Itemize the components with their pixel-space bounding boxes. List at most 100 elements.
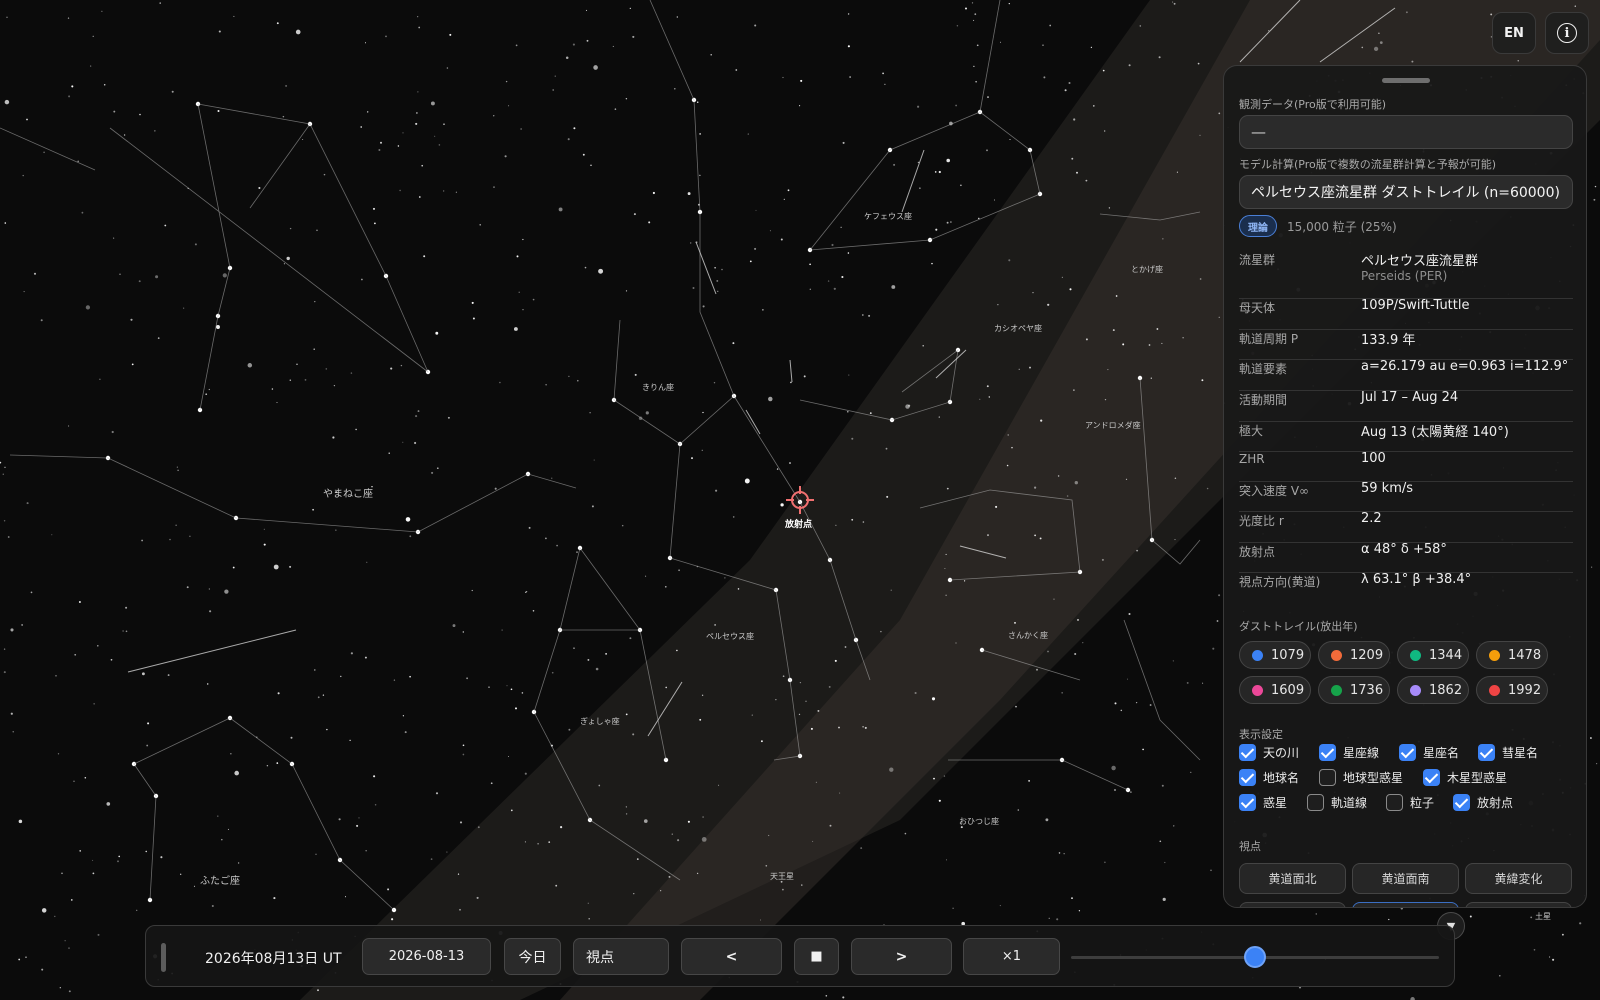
- dust-trail-chip[interactable]: 1992: [1476, 676, 1548, 704]
- view-button-row-2[interactable]: [1465, 902, 1572, 907]
- star: [402, 715, 405, 717]
- star: [316, 229, 318, 232]
- star: [956, 25, 959, 27]
- star: [1388, 918, 1390, 921]
- dust-trail-chip[interactable]: 1609: [1239, 676, 1311, 704]
- star: [904, 832, 907, 835]
- constellation-label-cepheus: ケフェウス座: [864, 212, 912, 221]
- viewpoint-select[interactable]: 視点: [573, 938, 669, 975]
- property-key: 流星群: [1239, 253, 1276, 267]
- star: [1069, 288, 1072, 291]
- star: [73, 780, 75, 782]
- star: [1073, 118, 1076, 121]
- display-toggle[interactable]: 木星型惑星: [1423, 769, 1507, 786]
- view-ecliptic-north-button[interactable]: 黄道面北: [1239, 863, 1346, 894]
- dust-trail-year: 1079: [1271, 647, 1305, 663]
- star: [1018, 368, 1020, 370]
- constellation-label-camelopardalis: きりん座: [642, 383, 674, 392]
- display-toggle[interactable]: 放射点: [1453, 794, 1513, 811]
- star: [266, 764, 269, 767]
- checkbox-checked-icon[interactable]: [1423, 769, 1440, 786]
- checkbox-checked-icon[interactable]: [1239, 769, 1256, 786]
- star: [880, 630, 882, 633]
- star: [41, 908, 47, 913]
- view-latitude-change-button[interactable]: 黄緯変化: [1465, 863, 1572, 894]
- dust-trail-chip[interactable]: 1736: [1318, 676, 1390, 704]
- time-slider-thumb[interactable]: [1244, 946, 1266, 968]
- model-select[interactable]: ペルセウス座流星群 ダストトレイル (n=60000): [1239, 175, 1573, 209]
- checkbox-unchecked-icon[interactable]: [1386, 794, 1403, 811]
- display-toggle[interactable]: 惑星: [1239, 794, 1287, 811]
- date-input[interactable]: 2026-08-13: [362, 938, 491, 975]
- star: [380, 141, 382, 144]
- star: [1007, 434, 1009, 436]
- star: [1006, 464, 1009, 467]
- view-button-row-2-selected[interactable]: [1352, 902, 1459, 907]
- display-toggle[interactable]: 天の川: [1239, 744, 1299, 761]
- checkbox-unchecked-icon[interactable]: [1319, 769, 1336, 786]
- star: [825, 995, 828, 997]
- display-toggle[interactable]: 星座線: [1319, 744, 1379, 761]
- display-toggle[interactable]: 星座名: [1399, 744, 1459, 761]
- checkbox-checked-icon[interactable]: [1399, 744, 1416, 761]
- display-toggle[interactable]: 彗星名: [1478, 744, 1538, 761]
- speed-button[interactable]: ×1: [963, 938, 1060, 975]
- display-toggle[interactable]: 粒子: [1386, 794, 1434, 811]
- observed-data-field[interactable]: —: [1239, 115, 1573, 149]
- bar-drag-handle[interactable]: [161, 943, 166, 972]
- info-button[interactable]: i: [1545, 12, 1589, 54]
- star: [605, 653, 607, 655]
- star: [576, 551, 578, 554]
- star: [211, 904, 214, 908]
- checkbox-checked-icon[interactable]: [1478, 744, 1495, 761]
- star: [521, 692, 524, 694]
- dust-trail-chip[interactable]: 1862: [1397, 676, 1469, 704]
- checkbox-unchecked-icon[interactable]: [1307, 794, 1324, 811]
- star: [1533, 948, 1536, 951]
- checkbox-checked-icon[interactable]: [1453, 794, 1470, 811]
- view-button-row-2[interactable]: [1239, 902, 1346, 907]
- star: [847, 252, 850, 254]
- dust-trail-chip[interactable]: 1344: [1397, 641, 1469, 669]
- next-button[interactable]: >: [851, 938, 952, 975]
- star: [976, 44, 979, 47]
- language-button[interactable]: EN: [1492, 12, 1536, 54]
- time-slider[interactable]: [1071, 946, 1439, 968]
- star: [304, 379, 307, 381]
- checkbox-checked-icon[interactable]: [1319, 744, 1336, 761]
- display-toggle[interactable]: 地球名: [1239, 769, 1299, 786]
- star: [1092, 105, 1095, 107]
- stop-button[interactable]: ■: [794, 938, 839, 975]
- checkbox-checked-icon[interactable]: [1239, 794, 1256, 811]
- property-row: ZHR 100: [1239, 451, 1573, 482]
- star: [466, 677, 469, 680]
- star: [995, 505, 998, 508]
- star: [97, 933, 100, 936]
- star: [1047, 303, 1050, 306]
- star: [277, 692, 280, 695]
- previous-button[interactable]: <: [681, 938, 782, 975]
- dust-trail-chip[interactable]: 1478: [1476, 641, 1548, 669]
- display-toggle[interactable]: 軌道線: [1307, 794, 1367, 811]
- star: [593, 459, 595, 461]
- display-toggle-label: 彗星名: [1502, 746, 1539, 760]
- today-button[interactable]: 今日: [504, 938, 561, 975]
- dust-trail-chip[interactable]: 1079: [1239, 641, 1311, 669]
- star: [194, 243, 197, 246]
- checkbox-checked-icon[interactable]: [1239, 744, 1256, 761]
- star: [417, 410, 420, 413]
- dust-trail-chip[interactable]: 1209: [1318, 641, 1390, 669]
- view-ecliptic-south-button[interactable]: 黄道面南: [1352, 863, 1459, 894]
- star: [217, 815, 219, 817]
- star: [409, 535, 412, 538]
- star: [169, 538, 171, 541]
- panel-drag-handle[interactable]: [1382, 78, 1430, 83]
- radiant-label: 放射点: [785, 520, 813, 530]
- star: [499, 381, 501, 384]
- display-toggle[interactable]: 地球型惑星: [1319, 769, 1403, 786]
- star: [1064, 89, 1067, 92]
- star: [1549, 956, 1551, 958]
- star: [515, 44, 518, 47]
- star: [79, 850, 82, 852]
- star: [1161, 784, 1164, 787]
